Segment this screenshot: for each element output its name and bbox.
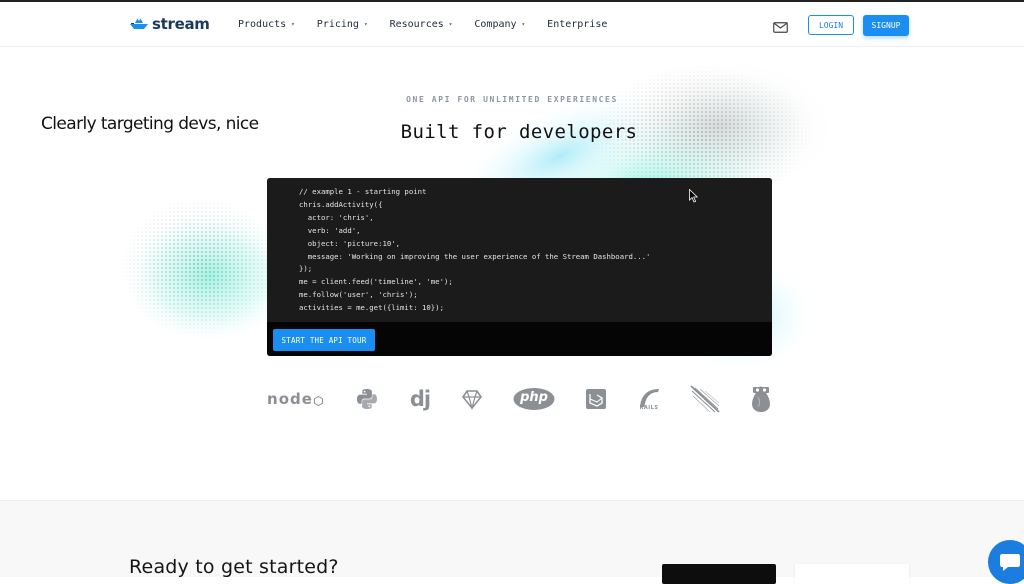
code-line: verb: 'add', bbox=[299, 225, 361, 235]
rails-icon: RAILS bbox=[636, 383, 662, 415]
nav-item-resources[interactable]: Resources ▾ bbox=[390, 19, 453, 30]
mouse-cursor-icon bbox=[689, 189, 699, 203]
code-snippet: // example 1 - starting point chris.addA… bbox=[299, 186, 650, 315]
nav-item-label: Company bbox=[474, 19, 517, 30]
chat-icon bbox=[1000, 554, 1020, 571]
nav-item-label: Pricing bbox=[316, 19, 359, 30]
code-example-card: // example 1 - starting point chris.addA… bbox=[267, 178, 772, 356]
get-started-heading: Ready to get started? bbox=[129, 556, 339, 578]
ruby-icon bbox=[459, 383, 485, 415]
laravel-icon bbox=[583, 383, 609, 415]
nav-item-products[interactable]: Products ▾ bbox=[238, 19, 295, 30]
mail-icon[interactable] bbox=[773, 18, 788, 37]
brand-logo[interactable]: stream bbox=[129, 15, 210, 33]
nav-item-label: Enterprise bbox=[547, 19, 608, 30]
nav-item-label: Products bbox=[238, 19, 287, 30]
code-line: me.follow('user', 'chris'); bbox=[299, 290, 418, 300]
hero-eyebrow: ONE API FOR UNLIMITED EXPERIENCES bbox=[406, 95, 618, 104]
code-line: actor: 'chris', bbox=[299, 212, 374, 222]
chat-launcher-button[interactable] bbox=[988, 540, 1024, 584]
main-menu: Products ▾ Pricing ▾ Resources ▾ Company… bbox=[238, 19, 629, 30]
nav-item-label: Resources bbox=[389, 19, 444, 30]
code-line: activities = me.get({limit: 10}); bbox=[299, 303, 444, 313]
code-line: message: 'Working on improving the user … bbox=[299, 251, 651, 261]
code-line: }); bbox=[299, 264, 313, 274]
cta-primary-button[interactable] bbox=[662, 564, 776, 584]
brand-name: stream bbox=[152, 15, 210, 33]
code-card-footer: START THE API TOUR bbox=[267, 322, 772, 356]
meteor-icon bbox=[688, 383, 722, 415]
tech-logo-row: node dj php RAILS bbox=[266, 383, 774, 415]
php-icon: php bbox=[512, 383, 556, 415]
code-line: object: 'picture:10', bbox=[299, 238, 401, 248]
chevron-down-icon: ▾ bbox=[363, 21, 368, 28]
django-icon: dj bbox=[409, 387, 431, 411]
cta-secondary-button[interactable] bbox=[795, 564, 909, 584]
chevron-down-icon: ▾ bbox=[291, 21, 295, 28]
elixir-icon bbox=[749, 383, 773, 415]
nav-item-pricing[interactable]: Pricing ▾ bbox=[317, 19, 368, 30]
python-icon bbox=[354, 383, 380, 415]
login-button[interactable]: LOGIN bbox=[808, 15, 854, 35]
code-line: me = client.feed('timeline', 'me'); bbox=[299, 277, 453, 287]
nav-item-company[interactable]: Company ▾ bbox=[474, 19, 525, 30]
code-line: // example 1 - starting point bbox=[299, 187, 427, 196]
nodejs-icon: node bbox=[266, 383, 324, 415]
nav-item-enterprise[interactable]: Enterprise bbox=[547, 19, 607, 30]
hero-headline: Built for developers bbox=[400, 121, 638, 143]
chevron-down-icon: ▾ bbox=[521, 21, 526, 28]
code-line: chris.addActivity({ bbox=[299, 199, 383, 209]
signup-button[interactable]: SIGNUP bbox=[863, 15, 909, 36]
top-navigation: stream Products ▾ Pricing ▾ Resources ▾ … bbox=[0, 2, 1024, 47]
chevron-down-icon: ▾ bbox=[448, 21, 453, 28]
stream-logo-icon bbox=[130, 18, 148, 29]
start-api-tour-button[interactable]: START THE API TOUR bbox=[273, 329, 375, 351]
